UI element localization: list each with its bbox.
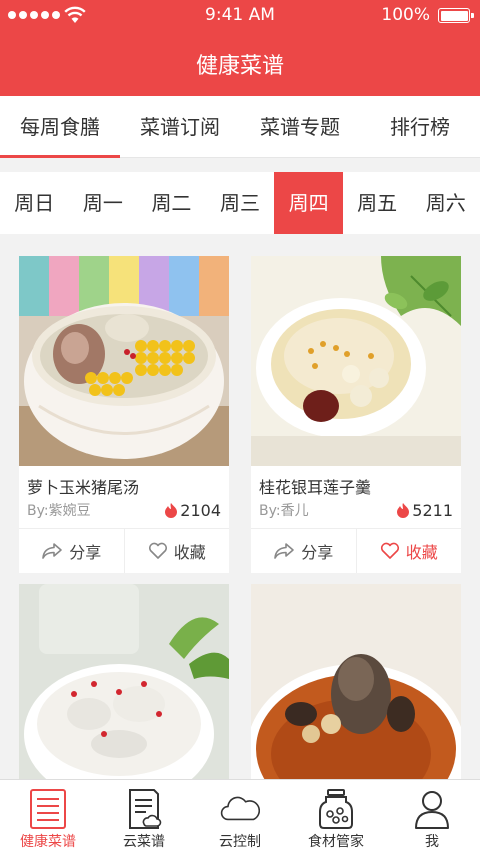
- flame-icon: [165, 503, 178, 518]
- nav-label: 健康菜谱: [20, 834, 76, 850]
- flame-icon: [397, 503, 410, 518]
- nav-label: 云控制: [219, 834, 261, 850]
- tab-label: 每周食膳: [20, 115, 100, 139]
- share-button[interactable]: 分享: [251, 529, 356, 573]
- day-sunday[interactable]: 周日: [0, 172, 69, 234]
- page-title: 健康菜谱: [195, 54, 284, 79]
- cloud-recipe-icon: [129, 789, 162, 829]
- user-icon: [415, 791, 449, 829]
- day-tuesday[interactable]: 周二: [137, 172, 206, 234]
- status-bar: 9:41 AM 100%: [0, 0, 480, 32]
- share-icon: [42, 543, 63, 559]
- jar-icon: [319, 789, 353, 829]
- recipe-photo[interactable]: [251, 256, 461, 466]
- recipe-title[interactable]: 桂花银耳莲子羹: [251, 474, 461, 497]
- day-monday[interactable]: 周一: [69, 172, 138, 234]
- recipe-author: By:紫婉豆: [27, 503, 91, 519]
- day-thursday[interactable]: 周四: [274, 172, 343, 234]
- favorite-label: 收藏: [405, 543, 438, 562]
- recipe-book-icon: [30, 789, 66, 829]
- favorite-label: 收藏: [173, 543, 206, 562]
- nav-cloud-recipes[interactable]: 云菜谱: [96, 780, 192, 854]
- tab-label: 排行榜: [390, 115, 450, 139]
- view-count: 2104: [180, 500, 221, 520]
- recipe-meta: By:紫婉豆 2104: [19, 500, 229, 520]
- tab-subscriptions[interactable]: 菜谱订阅: [120, 96, 240, 157]
- nav-label: 云菜谱: [123, 834, 165, 850]
- recipe-photo[interactable]: [19, 584, 229, 779]
- battery-icon: [438, 8, 474, 23]
- nav-label: 我: [425, 834, 439, 850]
- tab-label: 菜谱订阅: [140, 115, 220, 139]
- bottom-nav: 健康菜谱 云菜谱 云控制 食材管家 我: [0, 779, 480, 854]
- nav-cloud-control[interactable]: 云控制: [192, 780, 288, 854]
- nav-health-recipes[interactable]: 健康菜谱: [0, 780, 96, 854]
- recipe-title[interactable]: 萝卜玉米猪尾汤: [19, 474, 229, 497]
- recipe-card[interactable]: [19, 584, 229, 779]
- view-count: 5211: [412, 500, 453, 520]
- recipe-card[interactable]: 桂花银耳莲子羹 By:香儿 5211 分享 收藏: [251, 256, 461, 573]
- share-icon: [274, 543, 295, 559]
- tab-topics[interactable]: 菜谱专题: [240, 96, 360, 157]
- favorite-button[interactable]: 收藏: [355, 529, 462, 573]
- tab-label: 菜谱专题: [260, 115, 340, 139]
- recipe-views: 5211: [396, 501, 453, 520]
- nav-me[interactable]: 我: [384, 780, 480, 854]
- main-tabs: 每周食膳 菜谱订阅 菜谱专题 排行榜: [0, 96, 480, 158]
- cloud-icon: [220, 796, 260, 821]
- recipe-views: 2104: [164, 501, 221, 520]
- tab-weekly-meals[interactable]: 每周食膳: [0, 96, 120, 158]
- day-saturday[interactable]: 周六: [411, 172, 480, 234]
- weekday-selector: 周日 周一 周二 周三 周四 周五 周六: [0, 172, 480, 234]
- recipe-photo[interactable]: [19, 256, 229, 466]
- recipe-photo[interactable]: [251, 584, 461, 779]
- nav-ingredient-manager[interactable]: 食材管家: [288, 780, 384, 854]
- recipe-card[interactable]: [251, 584, 461, 779]
- recipe-meta: By:香儿 5211: [251, 500, 461, 520]
- battery-percent: 100%: [381, 5, 430, 25]
- share-label: 分享: [69, 543, 102, 562]
- tab-ranking[interactable]: 排行榜: [360, 96, 480, 157]
- share-label: 分享: [301, 543, 334, 562]
- recipe-actions: 分享 收藏: [251, 528, 461, 573]
- share-button[interactable]: 分享: [19, 529, 124, 573]
- recipe-card[interactable]: 萝卜玉米猪尾汤 By:紫婉豆 2104 分享 收藏: [19, 256, 229, 573]
- day-wednesday[interactable]: 周三: [206, 172, 275, 234]
- nav-label: 食材管家: [308, 834, 364, 850]
- top-bar: 9:41 AM 100% 健康菜谱: [0, 0, 480, 96]
- recipe-actions: 分享 收藏: [19, 528, 229, 573]
- day-friday[interactable]: 周五: [343, 172, 412, 234]
- favorite-button[interactable]: 收藏: [123, 529, 230, 573]
- heart-icon: [148, 542, 167, 559]
- recipe-author: By:香儿: [259, 503, 309, 519]
- heart-icon: [380, 542, 399, 559]
